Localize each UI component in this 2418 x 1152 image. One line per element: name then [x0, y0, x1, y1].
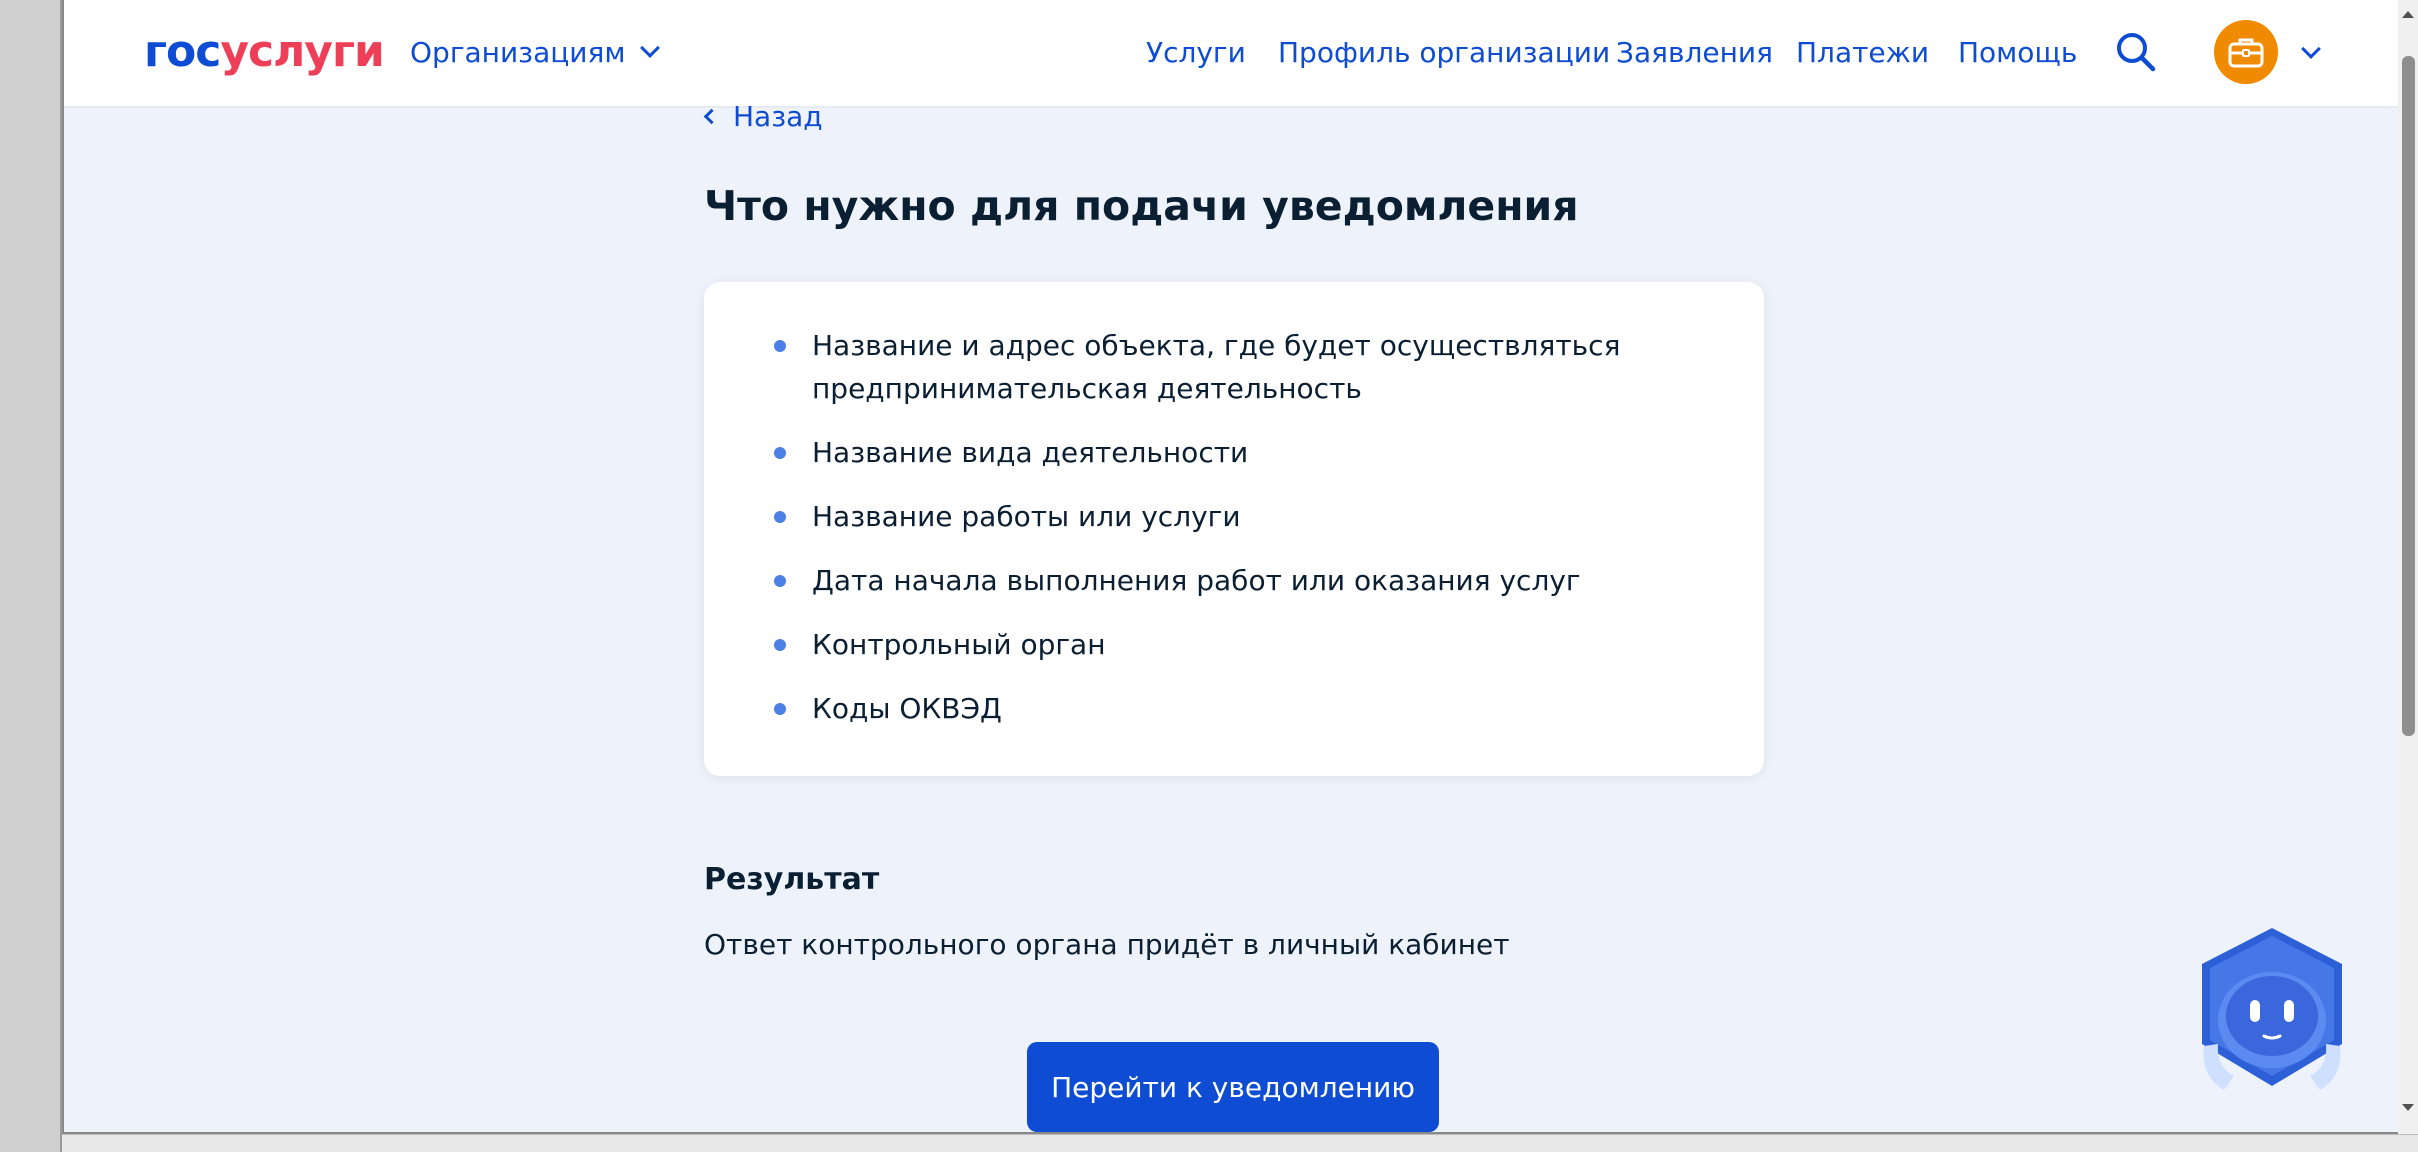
back-link[interactable]: Назад — [703, 100, 823, 133]
back-link-label: Назад — [733, 100, 823, 133]
list-item-text: Название работы или услуги — [812, 500, 1241, 533]
account-menu-chevron-icon[interactable] — [2301, 39, 2321, 59]
scrollbar-thumb[interactable] — [2402, 56, 2415, 736]
list-item: Коды ОКВЭД — [772, 687, 1672, 730]
logo-part-gos: гос — [144, 26, 221, 77]
list-item: Название вида деятельности — [772, 431, 1672, 474]
list-item: Контрольный орган — [772, 623, 1672, 666]
chevron-down-icon — [640, 38, 661, 58]
nav-link-applications[interactable]: Заявления — [1616, 36, 1773, 69]
nav-link-services[interactable]: Услуги — [1146, 36, 1246, 69]
nav-applications[interactable]: Заявления — [1616, 32, 1773, 72]
search-icon[interactable] — [2114, 30, 2158, 74]
page-title: Что нужно для подачи уведомления — [704, 182, 1579, 230]
scroll-down-arrow-icon[interactable] — [2398, 1094, 2418, 1122]
logo-part-uslugi: услуги — [220, 26, 384, 77]
browser-viewport: госуслуги Организациям Услуги Профиль ор… — [62, 0, 2398, 1134]
scroll-up-arrow-icon[interactable] — [2398, 0, 2418, 28]
result-text: Ответ контрольного органа придёт в личны… — [704, 928, 1510, 961]
organizations-menu-label: Организациям — [410, 35, 626, 69]
nav-org-profile[interactable]: Профиль организации — [1278, 32, 1610, 72]
list-item: Название и адрес объекта, где будет осущ… — [772, 324, 1672, 410]
chevron-left-icon — [703, 108, 720, 125]
requirements-list: Название и адрес объекта, где будет осущ… — [772, 324, 1672, 751]
site-header: госуслуги Организациям Услуги Профиль ор… — [64, 0, 2398, 108]
nav-link-help[interactable]: Помощь — [1958, 36, 2077, 69]
result-title: Результат — [704, 862, 880, 897]
list-item-text: Контрольный орган — [812, 628, 1106, 661]
nav-payments[interactable]: Платежи — [1796, 32, 1929, 72]
gosuslugi-logo[interactable]: госуслуги — [144, 26, 385, 78]
bullet-icon — [774, 639, 786, 651]
bullet-icon — [774, 447, 786, 459]
bullet-icon — [774, 575, 786, 587]
bullet-icon — [774, 511, 786, 523]
bullet-icon — [774, 340, 786, 352]
list-item: Дата начала выполнения работ или оказани… — [772, 559, 1672, 602]
robot-assistant-icon[interactable] — [2194, 926, 2350, 1094]
list-item-text: Название вида деятельности — [812, 436, 1249, 469]
background-window-edge — [0, 0, 62, 1152]
requirements-card: Название и адрес объекта, где будет осущ… — [704, 282, 1764, 776]
nav-help[interactable]: Помощь — [1958, 32, 2077, 72]
nav-services[interactable]: Услуги — [1146, 32, 1246, 72]
go-to-notification-button[interactable]: Перейти к уведомлению — [1027, 1042, 1439, 1132]
organizations-menu[interactable]: Организациям — [410, 32, 661, 72]
background-window-bottom — [62, 1134, 2418, 1152]
org-avatar[interactable] — [2214, 20, 2278, 84]
nav-link-org-profile[interactable]: Профиль организации — [1278, 36, 1610, 69]
list-item-text: Коды ОКВЭД — [812, 692, 1002, 725]
nav-link-payments[interactable]: Платежи — [1796, 36, 1929, 69]
list-item-text: Название и адрес объекта, где будет осущ… — [812, 329, 1621, 405]
list-item: Название работы или услуги — [772, 495, 1672, 538]
briefcase-icon — [2228, 38, 2264, 68]
bullet-icon — [774, 703, 786, 715]
list-item-text: Дата начала выполнения работ или оказани… — [812, 564, 1581, 597]
